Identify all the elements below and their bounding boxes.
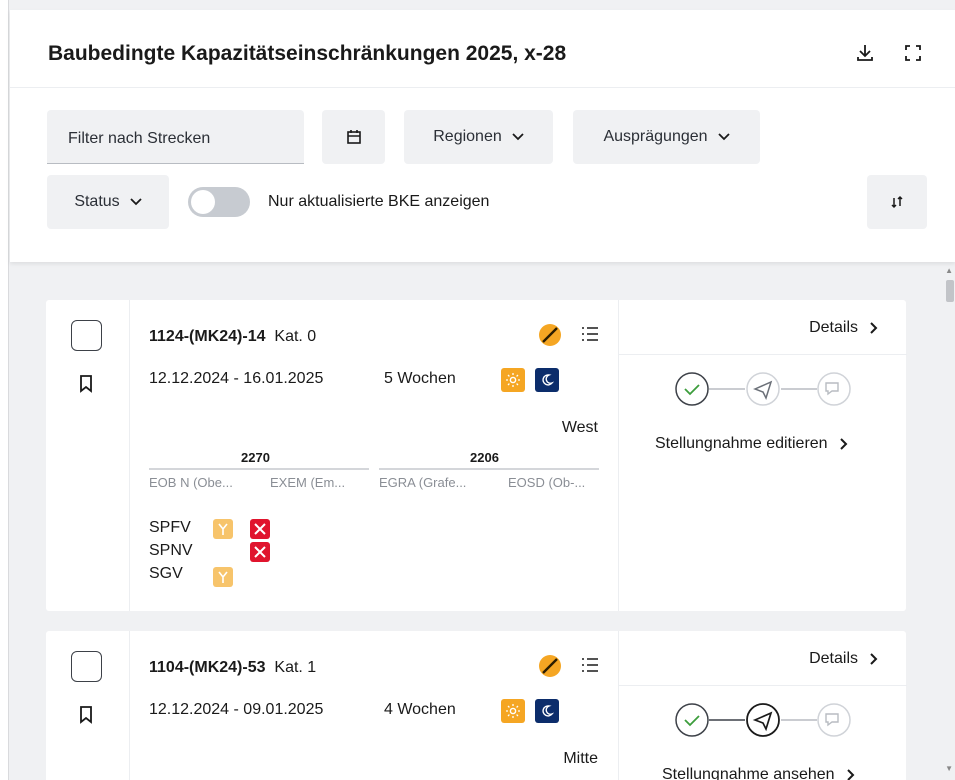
card-id-number: 1104-(MK24)-53 <box>149 659 266 676</box>
details-label: Details <box>809 650 858 667</box>
list-icon[interactable] <box>581 326 599 347</box>
card-left-column <box>46 631 130 780</box>
chevron-down-icon <box>717 133 730 141</box>
select-checkbox[interactable] <box>71 320 102 351</box>
details-label: Details <box>809 319 858 336</box>
statement-label: Stellungnahme ansehen <box>662 766 835 780</box>
status-label: Status <box>74 193 120 210</box>
card-right-column: Details Stellungnahme editieren <box>618 300 907 611</box>
header-panel: Baubedingte Kapazitätseinschränkungen 20… <box>10 10 955 262</box>
region-label: West <box>561 419 598 436</box>
left-edge <box>0 0 9 780</box>
scroll-down-arrow[interactable]: ▼ <box>945 764 953 773</box>
view-statement-link[interactable]: Stellungnahme ansehen <box>662 766 855 780</box>
day-icon <box>501 699 525 723</box>
bookmark-icon[interactable] <box>79 375 93 398</box>
bke-card: 1124-(MK24)-14 Kat. 0 12.12.2024 - 16.01… <box>46 300 907 611</box>
card-right-column: Details Stellungnahme ansehen <box>618 631 907 780</box>
auspraegungen-dropdown[interactable]: Ausprägungen <box>573 110 760 164</box>
traffic-type: SPFV <box>149 519 191 536</box>
chevron-down-icon <box>512 133 524 141</box>
progress-steps <box>675 372 855 411</box>
duration: 4 Wochen <box>384 701 456 718</box>
night-icon <box>535 368 559 392</box>
station-to: EOSD (Ob-... <box>508 475 586 490</box>
list-icon[interactable] <box>581 657 599 678</box>
edit-statement-link[interactable]: Stellungnahme editieren <box>655 435 848 453</box>
card-left-column <box>46 300 130 611</box>
sort-button[interactable] <box>867 175 927 229</box>
regionen-label: Regionen <box>433 128 502 145</box>
restriction-icon <box>538 654 562 678</box>
details-link[interactable]: Details <box>809 650 878 668</box>
day-icon <box>501 368 525 392</box>
cancel-icon <box>250 519 270 539</box>
toggle-label: Nur aktualisierte BKE anzeigen <box>268 193 490 210</box>
divider <box>619 685 907 686</box>
fullscreen-icon[interactable] <box>898 38 928 68</box>
fork-icon <box>213 567 233 587</box>
station-bar <box>149 468 369 470</box>
chevron-down-icon <box>130 198 142 206</box>
card-category: Kat. 0 <box>274 328 317 345</box>
station-from: EOB N (Obe... <box>149 475 233 490</box>
toggle-knob <box>191 190 215 214</box>
station-bar <box>379 468 599 470</box>
sort-icon <box>891 195 903 209</box>
traffic-type: SPNV <box>149 542 193 559</box>
status-dropdown[interactable]: Status <box>47 175 169 229</box>
page-title: Baubedingte Kapazitätseinschränkungen 20… <box>48 42 567 65</box>
download-icon[interactable] <box>850 38 880 68</box>
date-range: 12.12.2024 - 16.01.2025 <box>149 370 324 387</box>
night-icon <box>535 699 559 723</box>
updated-only-toggle[interactable] <box>188 187 250 217</box>
strecken-filter-input[interactable]: Filter nach Strecken <box>47 110 304 164</box>
auspraegungen-label: Ausprägungen <box>603 128 708 145</box>
statement-label: Stellungnahme editieren <box>655 435 828 452</box>
card-category: Kat. 1 <box>274 659 317 676</box>
cancel-icon <box>250 542 270 562</box>
regionen-dropdown[interactable]: Regionen <box>404 110 553 164</box>
chevron-right-icon <box>870 653 878 665</box>
scroll-up-arrow[interactable]: ▲ <box>945 266 953 275</box>
calendar-icon <box>346 130 361 144</box>
chevron-right-icon <box>839 438 847 450</box>
divider <box>619 354 907 355</box>
chevron-right-icon <box>846 769 854 780</box>
station-number: 2270 <box>241 450 270 465</box>
station-number: 2206 <box>470 450 499 465</box>
date-range: 12.12.2024 - 09.01.2025 <box>149 701 324 718</box>
select-checkbox[interactable] <box>71 651 102 682</box>
scrollbar-thumb[interactable] <box>946 280 954 302</box>
card-id: 1104-(MK24)-53 Kat. 1 <box>149 659 316 677</box>
traffic-type: SGV <box>149 565 183 582</box>
details-link[interactable]: Details <box>809 319 878 337</box>
bke-card: 1104-(MK24)-53 Kat. 1 12.12.2024 - 09.01… <box>46 631 907 780</box>
fork-icon <box>213 519 233 539</box>
bookmark-icon[interactable] <box>79 706 93 729</box>
calendar-button[interactable] <box>322 110 385 164</box>
progress-steps <box>675 703 855 742</box>
station-to: EXEM (Em... <box>270 475 346 490</box>
card-id-number: 1124-(MK24)-14 <box>149 328 266 345</box>
chevron-right-icon <box>870 322 878 334</box>
title-bar: Baubedingte Kapazitätseinschränkungen 20… <box>10 10 955 88</box>
duration: 5 Wochen <box>384 370 456 387</box>
station-from: EGRA (Grafe... <box>379 475 467 490</box>
restriction-icon <box>538 323 562 347</box>
card-id: 1124-(MK24)-14 Kat. 0 <box>149 328 316 346</box>
region-label: Mitte <box>563 750 598 767</box>
